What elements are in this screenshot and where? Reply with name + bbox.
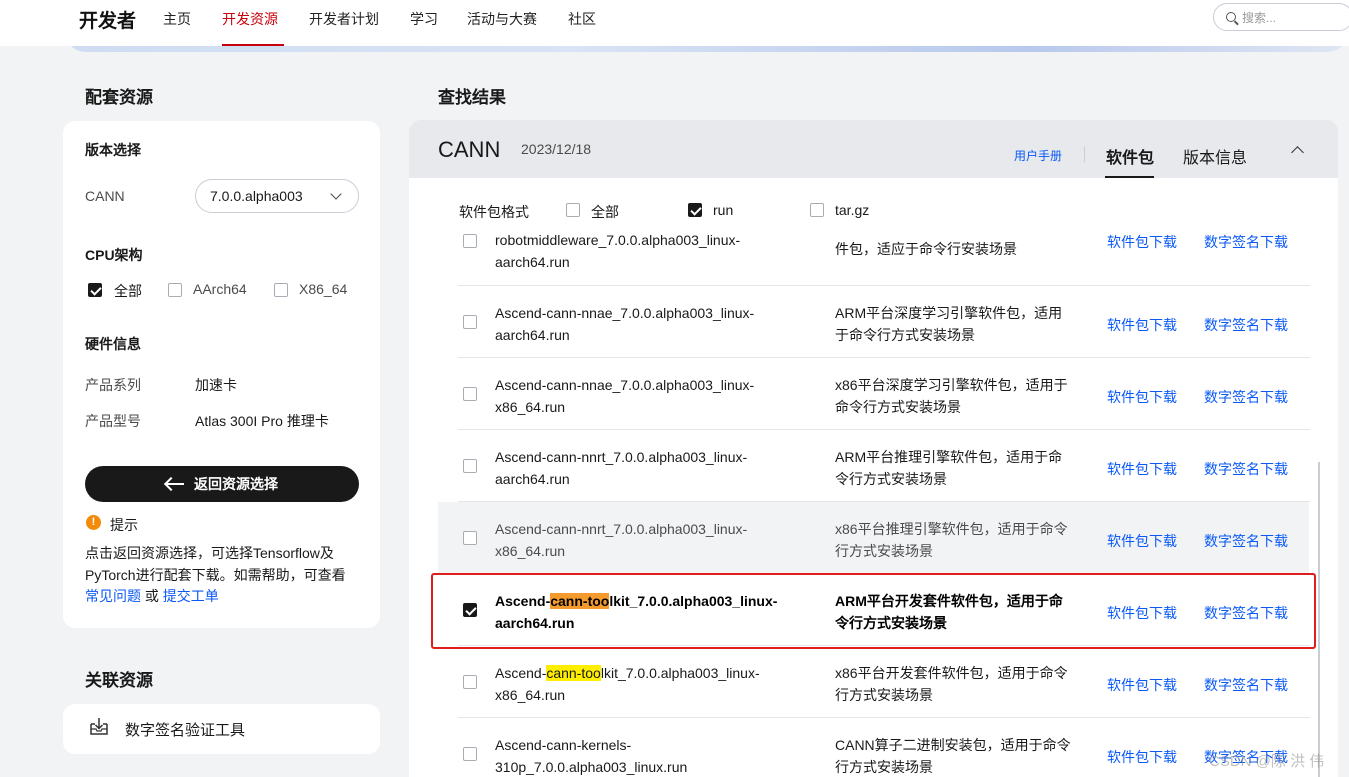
submit-ticket-link[interactable]: 提交工单	[163, 588, 219, 604]
download-link[interactable]: 软件包下载	[1107, 315, 1177, 335]
nav-item-home[interactable]: 主页	[163, 9, 191, 29]
tip-title: 提示	[110, 517, 138, 533]
download-link[interactable]: 软件包下载	[1107, 675, 1177, 695]
model-value: Atlas 300I Pro 推理卡	[195, 413, 329, 429]
hardware-info-label: 硬件信息	[85, 336, 141, 352]
cann-version-select[interactable]: 7.0.0.alpha003	[195, 179, 359, 213]
package-desc: x86平台深度学习引擎软件包，适用于命令行方式安装场景	[835, 377, 1068, 415]
package-row[interactable]: Ascend-cann-kernels-310p_7.0.0.alpha003_…	[409, 718, 1338, 777]
sidebar-title: 配套资源	[85, 88, 153, 107]
nav-item-dev-program[interactable]: 开发者计划	[309, 9, 379, 29]
signature-link[interactable]: 数字签名下载	[1204, 459, 1288, 479]
row-checkbox[interactable]	[463, 531, 477, 545]
nav-item-resources[interactable]: 开发资源	[222, 9, 278, 29]
package-name: robotmiddleware_7.0.0.alpha003_linux-aar…	[495, 232, 741, 270]
package-row[interactable]: Ascend-cann-nnae_7.0.0.alpha003_linux-aa…	[409, 286, 1338, 358]
search-placeholder: 搜索...	[1242, 10, 1277, 25]
tip-body: 点击返回资源选择，可选择Tensorflow及PyTorch进行配套下载。如需帮…	[85, 545, 346, 583]
package-desc: x86平台开发套件软件包，适用于命令行方式安装场景	[835, 665, 1068, 703]
cpu-x86-label[interactable]: X86_64	[299, 281, 347, 297]
faq-link[interactable]: 常见问题	[85, 588, 141, 604]
model-label: 产品型号	[85, 413, 141, 429]
site-logo[interactable]: 开发者	[79, 6, 136, 33]
cpu-aarch64-checkbox[interactable]	[168, 283, 182, 297]
back-to-selection-button[interactable]: 返回资源选择	[85, 466, 359, 502]
package-name: Ascend-cann-nnrt_7.0.0.alpha003_linux-aa…	[495, 449, 748, 487]
tip-text: 点击返回资源选择，可选择Tensorflow及PyTorch进行配套下载。如需帮…	[85, 543, 365, 608]
row-checkbox[interactable]	[463, 747, 477, 761]
tab-active-underline	[1105, 176, 1154, 178]
download-link[interactable]: 软件包下载	[1107, 531, 1177, 551]
search-highlight: cann-too	[546, 665, 601, 681]
signature-tool-icon	[90, 718, 108, 735]
package-name: Ascend-cann-nnrt_7.0.0.alpha003_linux-x8…	[495, 521, 748, 559]
cpu-all-label[interactable]: 全部	[114, 281, 142, 301]
product-name: CANN	[438, 137, 501, 162]
nav-item-learn[interactable]: 学习	[410, 9, 438, 29]
series-value: 加速卡	[195, 377, 237, 393]
version-select-label: 版本选择	[85, 142, 141, 158]
header-divider	[1084, 146, 1085, 162]
package-name: Ascend-cann-nnae_7.0.0.alpha003_linux-x8…	[495, 377, 755, 415]
package-desc: ARM平台推理引擎软件包，适用于命令行方式安装场景	[835, 449, 1063, 487]
cpu-aarch64-label[interactable]: AArch64	[193, 281, 247, 297]
series-label: 产品系列	[85, 377, 141, 393]
signature-link[interactable]: 数字签名下载	[1204, 531, 1288, 551]
row-checkbox[interactable]	[463, 234, 477, 248]
nav-active-underline	[222, 44, 284, 46]
package-row[interactable]: Ascend-cann-nnrt_7.0.0.alpha003_linux-x8…	[438, 502, 1309, 574]
annotation-highlight-box	[431, 573, 1316, 649]
package-desc: CANN算子二进制安装包，适用于命令行方式安装场景	[835, 737, 1071, 775]
chevron-down-icon	[330, 188, 342, 200]
package-name: Ascend-cann-kernels-310p_7.0.0.alpha003_…	[495, 737, 688, 775]
signature-link[interactable]: 数字签名下载	[1204, 315, 1288, 335]
related-resources-title: 关联资源	[85, 671, 153, 690]
related-item-label[interactable]: 数字签名验证工具	[125, 719, 245, 740]
signature-link[interactable]: 数字签名下载	[1204, 387, 1288, 407]
tab-version-info[interactable]: 版本信息	[1183, 144, 1247, 168]
nav-item-community[interactable]: 社区	[568, 9, 596, 29]
warning-icon: !	[86, 515, 101, 530]
row-checkbox[interactable]	[463, 459, 477, 473]
results-title: 查找结果	[438, 88, 506, 107]
tip-or: 或	[144, 588, 159, 604]
scrollbar[interactable]	[1318, 462, 1320, 777]
cann-label: CANN	[85, 188, 125, 204]
release-date: 2023/12/18	[521, 141, 592, 157]
package-desc: 件包，适应于命令行安装场景	[835, 241, 1017, 257]
cpu-x86-checkbox[interactable]	[274, 283, 288, 297]
signature-link[interactable]: 数字签名下载	[1204, 232, 1288, 252]
download-link[interactable]: 软件包下载	[1107, 747, 1177, 767]
row-checkbox[interactable]	[463, 387, 477, 401]
package-desc: ARM平台深度学习引擎软件包，适用于命令行方式安装场景	[835, 305, 1063, 343]
cpu-arch-label: CPU架构	[85, 247, 143, 263]
cann-version-value: 7.0.0.alpha003	[210, 188, 303, 204]
package-row[interactable]: Ascend-cann-nnrt_7.0.0.alpha003_linux-aa…	[409, 430, 1338, 502]
back-button-label: 返回资源选择	[194, 476, 278, 492]
cpu-all-checkbox[interactable]	[88, 283, 102, 297]
watermark: CSDN @陈 洪 伟	[1209, 753, 1325, 770]
package-name: Ascend-cann-toolkit_7.0.0.alpha003_linux…	[495, 663, 795, 706]
download-link[interactable]: 软件包下载	[1107, 232, 1177, 252]
arrow-left-icon	[166, 483, 184, 485]
signature-link[interactable]: 数字签名下载	[1204, 675, 1288, 695]
name-prefix: Ascend-	[495, 665, 547, 681]
download-link[interactable]: 软件包下载	[1107, 387, 1177, 407]
package-desc: x86平台推理引擎软件包，适用于命令行方式安装场景	[835, 521, 1068, 559]
row-checkbox[interactable]	[463, 315, 477, 329]
package-row[interactable]: Ascend-cann-toolkit_7.0.0.alpha003_linux…	[409, 646, 1338, 718]
download-link[interactable]: 软件包下载	[1107, 459, 1177, 479]
package-row[interactable]: Ascend-cann-nnae_7.0.0.alpha003_linux-x8…	[409, 358, 1338, 430]
user-manual-link[interactable]: 用户手册	[1014, 147, 1062, 164]
tab-packages[interactable]: 软件包	[1106, 144, 1154, 168]
package-row[interactable]: robotmiddleware_7.0.0.alpha003_linux-aar…	[409, 214, 1338, 286]
search-icon	[1226, 12, 1236, 22]
row-checkbox[interactable]	[463, 675, 477, 689]
top-nav: 开发者 主页 开发资源 开发者计划 学习 活动与大赛 社区 搜索...	[0, 0, 1349, 46]
search-input[interactable]: 搜索...	[1213, 3, 1349, 31]
package-name: Ascend-cann-nnae_7.0.0.alpha003_linux-aa…	[495, 305, 755, 343]
nav-item-events[interactable]: 活动与大赛	[467, 9, 537, 29]
